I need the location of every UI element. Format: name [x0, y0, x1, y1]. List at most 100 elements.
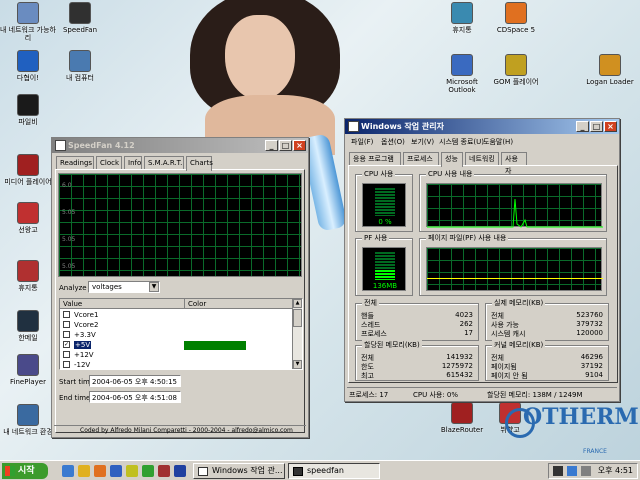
menu-item[interactable]: 시스템 종료(U): [439, 137, 484, 147]
start-button[interactable]: 시작: [2, 463, 48, 479]
desktop-icon-image: [17, 2, 39, 24]
checkbox[interactable]: [63, 311, 70, 318]
checkbox[interactable]: [63, 361, 70, 368]
quicklaunch-player-icon[interactable]: [174, 465, 186, 477]
chart-y-label: 5.05: [62, 209, 76, 216]
task-manager-window[interactable]: Windows 작업 관리자 _ □ × 파일(F) 옵션(O) 보기(V) 시스템 …: [344, 118, 620, 402]
cpu-history-caption: CPU 사용 내용: [426, 169, 475, 179]
desktop-icon-image: [17, 260, 39, 282]
list-item[interactable]: +3.3V: [60, 330, 292, 340]
stat-value: 4023: [455, 311, 473, 319]
quicklaunch-media-icon[interactable]: [94, 465, 106, 477]
pf-history-group: 페이지 파일(PF) 사용 내용: [419, 233, 607, 296]
close-button[interactable]: ×: [604, 121, 617, 132]
desktop-icon[interactable]: 한메일: [0, 310, 56, 342]
tab-info[interactable]: Info: [124, 156, 142, 169]
desktop-icon-label: 내 컴퓨터: [66, 74, 94, 82]
taskbar-button-speedfan[interactable]: speedfan: [288, 463, 380, 479]
desktop-icon[interactable]: 미디어 플레이어: [0, 154, 56, 186]
list-scrollbar[interactable]: ▲ ▼: [292, 299, 302, 369]
chart-y-label: 6.0: [62, 182, 72, 189]
pf-history-graph: [426, 247, 603, 291]
desktop-icon[interactable]: CDSpace 5: [488, 2, 544, 34]
tab-smart[interactable]: S.M.A.R.T.: [144, 156, 184, 169]
tab-taskmgr[interactable]: 프로세스: [403, 152, 439, 165]
tray-speedfan-icon[interactable]: [553, 466, 563, 476]
checkbox[interactable]: [63, 351, 70, 358]
quicklaunch-messenger-icon[interactable]: [142, 465, 154, 477]
desktop-icon[interactable]: FinePlayer: [0, 354, 56, 386]
column-value[interactable]: Value: [63, 300, 82, 308]
sensor-list[interactable]: Value Color Vcore1 Vcore2 +3.3V ✓ +5V +12V -12…: [59, 298, 303, 370]
desktop-icon[interactable]: 휴지통: [0, 260, 56, 292]
desktop-icon[interactable]: 내 네트워크 가능하리: [0, 2, 56, 42]
desktop-icon-image: [599, 54, 621, 76]
menu-item[interactable]: 도움말(H): [483, 137, 513, 147]
desktop-icon[interactable]: 다협이!: [0, 50, 56, 82]
menu-item[interactable]: 파일(F): [351, 137, 373, 147]
desktop-icon[interactable]: SpeedFan: [52, 2, 108, 34]
tab-taskmgr[interactable]: 사용자: [501, 152, 527, 175]
list-item[interactable]: Vcore2: [60, 320, 292, 330]
desktop-icon-label: SpeedFan: [62, 26, 98, 34]
tray-network-icon[interactable]: [567, 466, 577, 476]
start-time-field[interactable]: 2004-06-05 오후 4:50:15: [89, 375, 181, 387]
menu-item[interactable]: 옵션(O): [381, 137, 405, 147]
tab-readings[interactable]: Readings: [56, 156, 94, 169]
menu-item[interactable]: 보기(V): [411, 137, 434, 147]
stat-label: 페이지 안 됨: [491, 372, 528, 380]
checkbox[interactable]: [63, 321, 70, 328]
desktop-icon[interactable]: 휴지통: [434, 2, 490, 34]
start-time-value: 2004-06-05 오후 4:50:15: [92, 378, 177, 386]
list-item[interactable]: ✓ +5V: [60, 340, 292, 350]
speedfan-titlebar[interactable]: SpeedFan 4.12 _ □ ×: [52, 138, 308, 153]
quicklaunch-mail-icon[interactable]: [126, 465, 138, 477]
pf-usage-gauge: 136MB: [362, 247, 406, 291]
task-manager-app-icon: [348, 121, 359, 132]
stat-label: 프로세스: [361, 330, 387, 338]
list-item[interactable]: +12V: [60, 350, 292, 360]
quicklaunch-desktop-icon[interactable]: [110, 465, 122, 477]
tab-charts[interactable]: Charts: [186, 156, 213, 171]
tab-taskmgr[interactable]: 네트워킹: [465, 152, 499, 165]
maximize-button[interactable]: □: [590, 121, 603, 132]
desktop-icon[interactable]: 내 컴퓨터: [52, 50, 108, 82]
checkbox[interactable]: [63, 331, 70, 338]
minimize-button[interactable]: _: [265, 140, 278, 151]
desktop-icon[interactable]: 파일비: [0, 94, 56, 126]
quicklaunch-ie-icon[interactable]: [62, 465, 74, 477]
maximize-button[interactable]: □: [279, 140, 292, 151]
clock[interactable]: 오후 4:51: [598, 466, 633, 475]
desktop-icon[interactable]: GOM 플레이어: [488, 54, 544, 86]
list-item[interactable]: -12V: [60, 360, 292, 369]
list-item[interactable]: Vcore1: [60, 310, 292, 320]
task-manager-titlebar[interactable]: Windows 작업 관리자 _ □ ×: [345, 119, 619, 134]
status-commit: 할당된 메모리: 138M / 1249M: [487, 391, 583, 399]
cpu-usage-value: 0 %: [378, 218, 392, 226]
tab-taskmgr[interactable]: 성능: [441, 152, 463, 167]
tab-taskmgr[interactable]: 응용 프로그램: [349, 152, 401, 165]
quicklaunch-folder-icon[interactable]: [78, 465, 90, 477]
taskbar-button-taskmgr[interactable]: Windows 작업 관...: [193, 463, 285, 479]
color-swatch[interactable]: [184, 341, 246, 350]
quicklaunch-app-icon[interactable]: [158, 465, 170, 477]
analyze-dropdown[interactable]: voltages ▼: [88, 281, 160, 293]
close-button[interactable]: ×: [293, 140, 306, 151]
cpu-history-group: CPU 사용 내용: [419, 169, 607, 232]
desktop-icon-label: 한메일: [18, 334, 38, 342]
checkbox[interactable]: ✓: [63, 341, 70, 348]
desktop-icon[interactable]: 내 네트워크 환경: [0, 404, 56, 436]
end-time-field[interactable]: 2004-06-05 오후 4:51:08: [89, 391, 181, 403]
desktop-icon[interactable]: Logan Loader: [582, 54, 638, 86]
stat-value: 1275972: [441, 362, 473, 370]
system-tray[interactable]: 오후 4:51: [548, 463, 638, 479]
desktop-icon[interactable]: 선왕고: [0, 202, 56, 234]
column-color[interactable]: Color: [188, 300, 206, 308]
tray-volume-icon[interactable]: [581, 466, 591, 476]
stat-value: 523760: [576, 311, 603, 319]
tab-clock[interactable]: Clock: [96, 156, 122, 169]
desktop-icon[interactable]: Microsoft Outlook: [434, 54, 490, 94]
speedfan-window[interactable]: SpeedFan 4.12 _ □ × Readings Clock Info S.M…: [51, 137, 309, 438]
chevron-down-icon[interactable]: ▼: [149, 282, 159, 292]
minimize-button[interactable]: _: [576, 121, 589, 132]
